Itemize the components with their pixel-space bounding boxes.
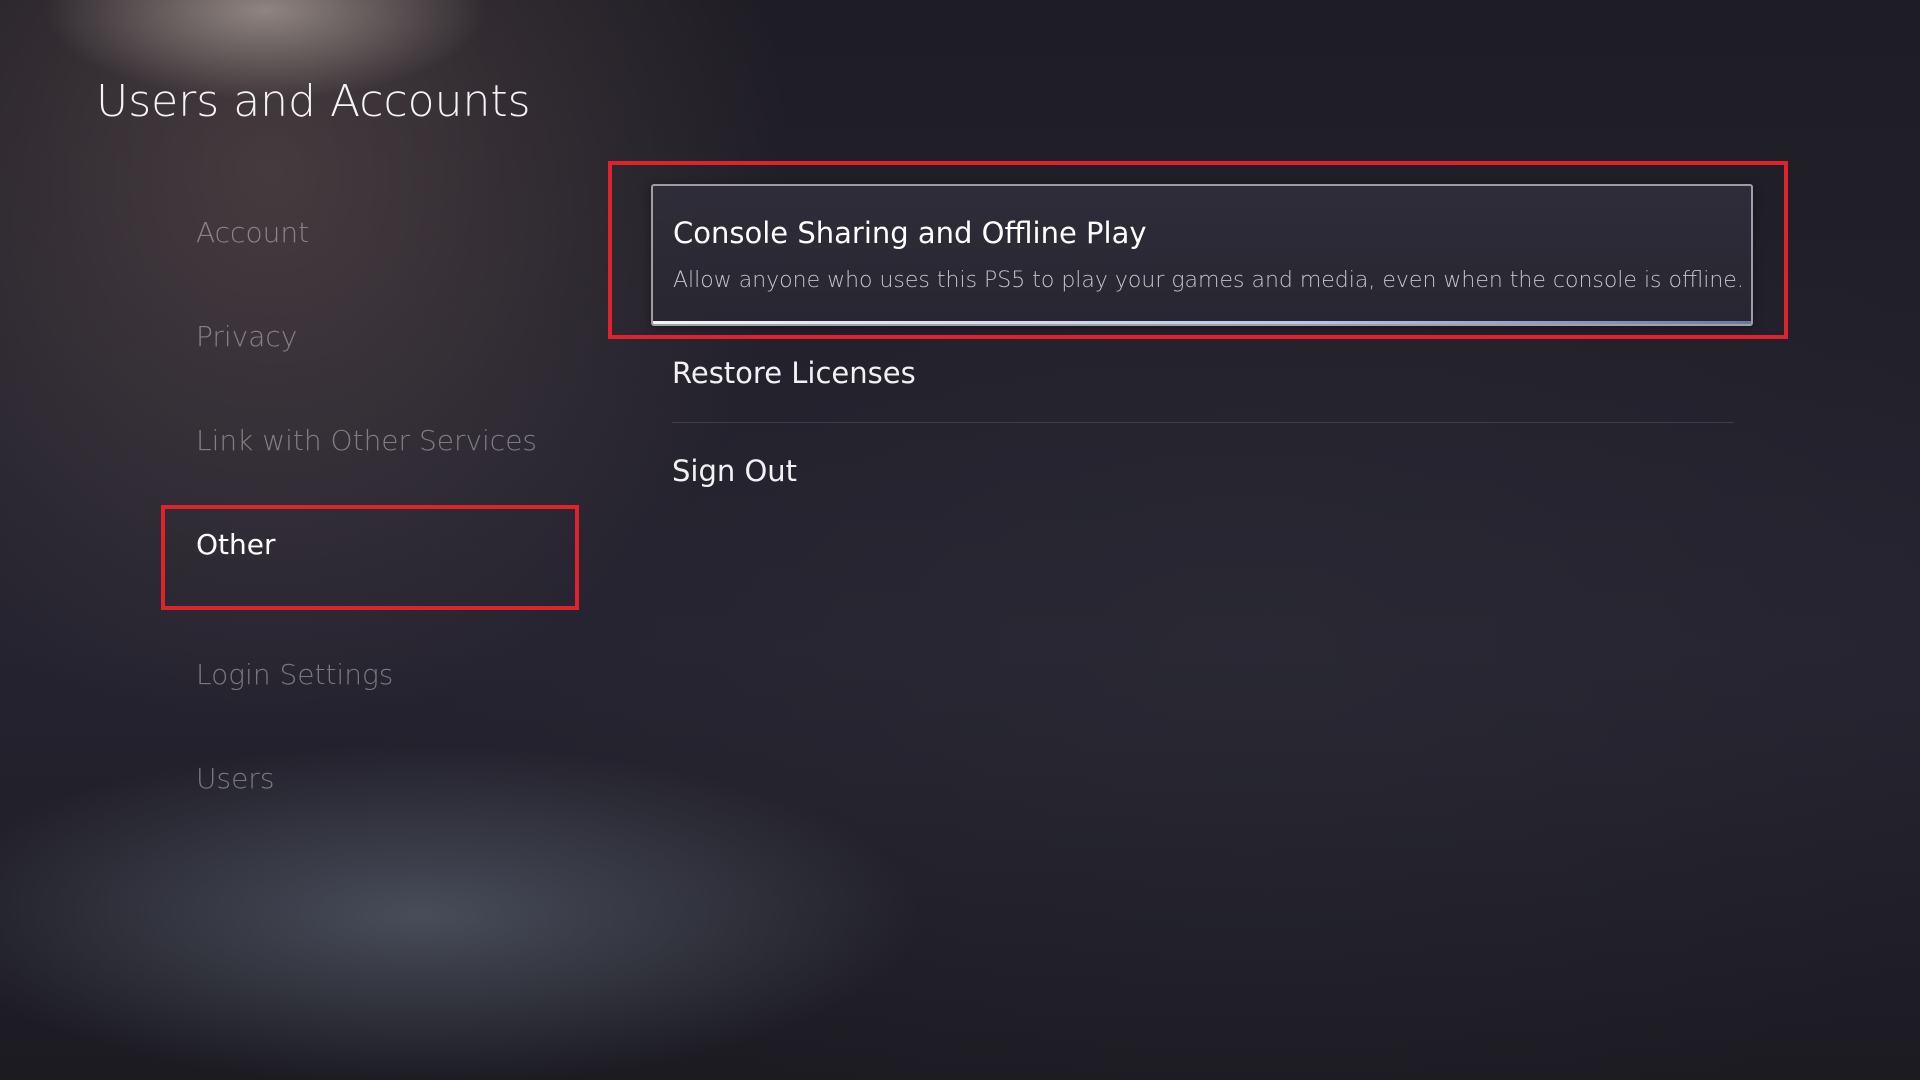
sidebar-item-other[interactable]: Other [196,528,276,561]
sidebar-item-login-settings[interactable]: Login Settings [196,658,393,691]
sidebar-item-users[interactable]: Users [196,762,274,795]
sidebar: Account Privacy Link with Other Services… [0,0,600,1080]
sidebar-item-link-with-other-services[interactable]: Link with Other Services [196,424,537,457]
list-divider [672,422,1734,423]
sidebar-item-account[interactable]: Account [196,216,309,249]
sign-out-item[interactable]: Sign Out [672,454,797,488]
item-description: Allow anyone who uses this PS5 to play y… [673,268,1744,293]
item-title: Console Sharing and Offline Play [673,216,1147,250]
console-sharing-offline-play-item[interactable]: Console Sharing and Offline Play Allow a… [651,184,1753,326]
restore-licenses-item[interactable]: Restore Licenses [672,356,916,390]
sidebar-item-privacy[interactable]: Privacy [196,320,297,353]
